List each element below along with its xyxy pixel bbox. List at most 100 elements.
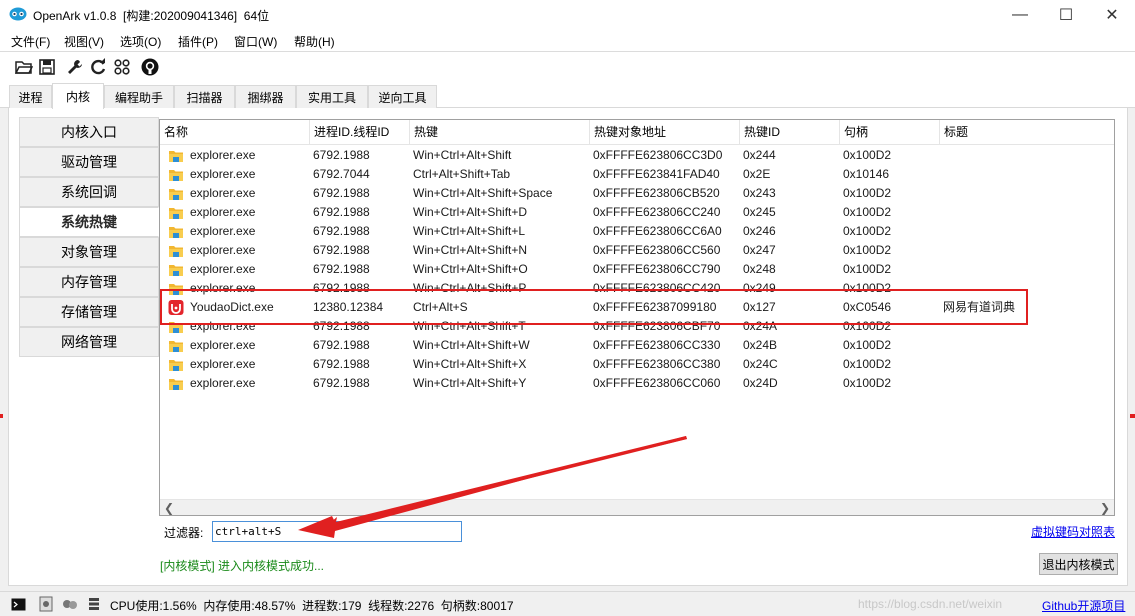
console-icon[interactable] xyxy=(10,596,26,612)
open-folder-icon[interactable] xyxy=(13,56,35,78)
cell-handle: 0x100D2 xyxy=(843,186,892,200)
menu-window[interactable]: 窗口(W) xyxy=(234,33,277,50)
filter-input[interactable] xyxy=(212,521,462,542)
openark-logo-icon xyxy=(9,7,27,21)
scrollbar-thumb[interactable] xyxy=(178,503,1096,513)
side-tab-system-hotkeys[interactable]: 系统热键 xyxy=(19,207,159,237)
exit-kernel-mode-button[interactable]: 退出内核模式 xyxy=(1039,553,1118,575)
tab-kernel[interactable]: 内核 xyxy=(52,83,104,109)
cell-pid-tid: 6792.1988 xyxy=(313,243,370,257)
cell-title xyxy=(943,203,1113,222)
wrench-icon[interactable] xyxy=(64,56,86,78)
title-bar: OpenArk v1.0.8 [构建:202009041346] 64位 — ☐… xyxy=(0,0,1135,30)
cell-hotkey: Win+Ctrl+Alt+Shift+X xyxy=(413,357,527,371)
tab-reverse-tools[interactable]: 逆向工具 xyxy=(368,85,437,108)
side-tab-storage-manager[interactable]: 存储管理 xyxy=(19,297,159,327)
tab-scanner[interactable]: 扫描器 xyxy=(174,85,235,108)
side-tab-system-callbacks[interactable]: 系统回调 xyxy=(19,177,159,207)
menu-plugins[interactable]: 插件(P) xyxy=(178,33,218,50)
cell-name: explorer.exe xyxy=(190,205,256,219)
table-row[interactable]: explorer.exe 6792.1988 Win+Ctrl+Alt+Shift+… xyxy=(160,203,1114,222)
grid-icon[interactable] xyxy=(111,56,133,78)
table-row[interactable]: explorer.exe 6792.1988 Win+Ctrl+Alt+Shift+… xyxy=(160,336,1114,355)
virtual-keycode-link[interactable]: 虚拟键码对照表 xyxy=(1031,523,1115,540)
column-header-name[interactable]: 名称 xyxy=(160,120,310,145)
tab-process[interactable]: 进程 xyxy=(9,85,52,108)
cell-handle: 0x100D2 xyxy=(843,338,892,352)
cell-pid-tid: 6792.1988 xyxy=(313,338,370,352)
column-header-hotkey-id[interactable]: 热键ID xyxy=(740,120,840,145)
cell-title xyxy=(943,222,1113,241)
table-row[interactable]: explorer.exe 6792.1988 Win+Ctrl+Alt+Shift+… xyxy=(160,260,1114,279)
cell-pid-tid: 6792.1988 xyxy=(313,148,370,162)
cell-hotkey-id: 0x24D xyxy=(743,376,778,390)
cell-title xyxy=(943,374,1113,393)
column-header-handle[interactable]: 句柄 xyxy=(840,120,940,145)
side-tab-driver-manager[interactable]: 驱动管理 xyxy=(19,147,159,177)
menu-bar: 文件(F) 视图(V) 选项(O) 插件(P) 窗口(W) 帮助(H) xyxy=(0,30,1135,52)
menu-options[interactable]: 选项(O) xyxy=(120,33,161,50)
folder-icon xyxy=(169,379,183,390)
side-tab-network-manager[interactable]: 网络管理 xyxy=(19,327,159,357)
table-row[interactable]: explorer.exe 6792.1988 Win+Ctrl+Alt+Shift+… xyxy=(160,222,1114,241)
tab-bundler[interactable]: 捆绑器 xyxy=(235,85,296,108)
stack-icon[interactable] xyxy=(86,596,102,612)
cell-name: explorer.exe xyxy=(190,338,256,352)
cell-address: 0xFFFFE623806CB520 xyxy=(593,186,720,200)
close-button[interactable]: ✕ xyxy=(1089,0,1135,30)
menu-view[interactable]: 视图(V) xyxy=(64,33,104,50)
cell-title xyxy=(943,241,1113,260)
github-project-link[interactable]: Github开源项目 xyxy=(1042,597,1125,614)
minimize-button[interactable]: — xyxy=(997,0,1043,30)
cell-title xyxy=(943,260,1113,279)
tools-icon[interactable] xyxy=(62,596,78,612)
cell-handle: 0x100D2 xyxy=(843,148,892,162)
table-row[interactable]: explorer.exe 6792.1988 Win+Ctrl+Alt+Shift 0… xyxy=(160,146,1114,165)
cell-address: 0xFFFFE623806CC6A0 xyxy=(593,224,722,238)
tab-utilities[interactable]: 实用工具 xyxy=(296,85,368,108)
horizontal-scrollbar[interactable]: ❮ ❯ xyxy=(160,499,1114,515)
table-row[interactable]: explorer.exe 6792.7044 Ctrl+Alt+Shift+Tab 0… xyxy=(160,165,1114,184)
scroll-right-icon[interactable]: ❯ xyxy=(1098,500,1112,515)
maximize-button[interactable]: ☐ xyxy=(1043,0,1089,30)
column-header-title[interactable]: 标题 xyxy=(940,120,1114,145)
table-row[interactable]: explorer.exe 6792.1988 Win+Ctrl+Alt+Shift+… xyxy=(160,184,1114,203)
cell-hotkey: Win+Ctrl+Alt+Shift+Y xyxy=(413,376,527,390)
cell-address: 0xFFFFE623806CC060 xyxy=(593,376,721,390)
filter-label: 过滤器: xyxy=(164,526,204,540)
cell-hotkey-id: 0x243 xyxy=(743,186,776,200)
folder-icon xyxy=(169,341,183,352)
cell-hotkey-id: 0x245 xyxy=(743,205,776,219)
github-icon[interactable] xyxy=(139,56,161,78)
status-bar: CPU使用:1.56% 内存使用:48.57% 进程数:179 线程数:2276… xyxy=(0,591,1135,616)
settings-icon[interactable] xyxy=(38,596,54,612)
cell-pid-tid: 6792.1988 xyxy=(313,224,370,238)
cell-name: explorer.exe xyxy=(190,357,256,371)
table-row[interactable]: explorer.exe 6792.1988 Win+Ctrl+Alt+Shift+… xyxy=(160,241,1114,260)
cell-pid-tid: 6792.1988 xyxy=(313,205,370,219)
cell-handle: 0x100D2 xyxy=(843,357,892,371)
cell-hotkey-id: 0x24B xyxy=(743,338,778,352)
cell-handle: 0x100D2 xyxy=(843,376,892,390)
column-header-hotkey[interactable]: 热键 xyxy=(410,120,590,145)
cell-hotkey-id: 0x2E xyxy=(743,167,771,181)
cell-name: explorer.exe xyxy=(190,224,256,238)
table-row[interactable]: explorer.exe 6792.1988 Win+Ctrl+Alt+Shift+… xyxy=(160,374,1114,393)
side-tab-kernel-entry[interactable]: 内核入口 xyxy=(19,117,159,147)
save-icon[interactable] xyxy=(36,56,58,78)
side-tab-object-manager[interactable]: 对象管理 xyxy=(19,237,159,267)
column-header-address[interactable]: 热键对象地址 xyxy=(590,120,740,145)
refresh-icon[interactable] xyxy=(87,56,109,78)
cell-hotkey: Win+Ctrl+Alt+Shift+W xyxy=(413,338,530,352)
cell-address: 0xFFFFE623806CC560 xyxy=(593,243,721,257)
table-row[interactable]: explorer.exe 6792.1988 Win+Ctrl+Alt+Shift+… xyxy=(160,355,1114,374)
side-tab-memory-manager[interactable]: 内存管理 xyxy=(19,267,159,297)
column-header-pid-tid[interactable]: 进程ID.线程ID xyxy=(310,120,410,145)
menu-file[interactable]: 文件(F) xyxy=(11,33,50,50)
cell-name: explorer.exe xyxy=(190,167,256,181)
cell-title xyxy=(943,355,1113,374)
tab-coding-helper[interactable]: 编程助手 xyxy=(104,85,174,108)
scroll-left-icon[interactable]: ❮ xyxy=(162,500,176,515)
menu-help[interactable]: 帮助(H) xyxy=(294,33,335,50)
window-title: OpenArk v1.0.8 [构建:202009041346] 64位 xyxy=(33,9,270,23)
